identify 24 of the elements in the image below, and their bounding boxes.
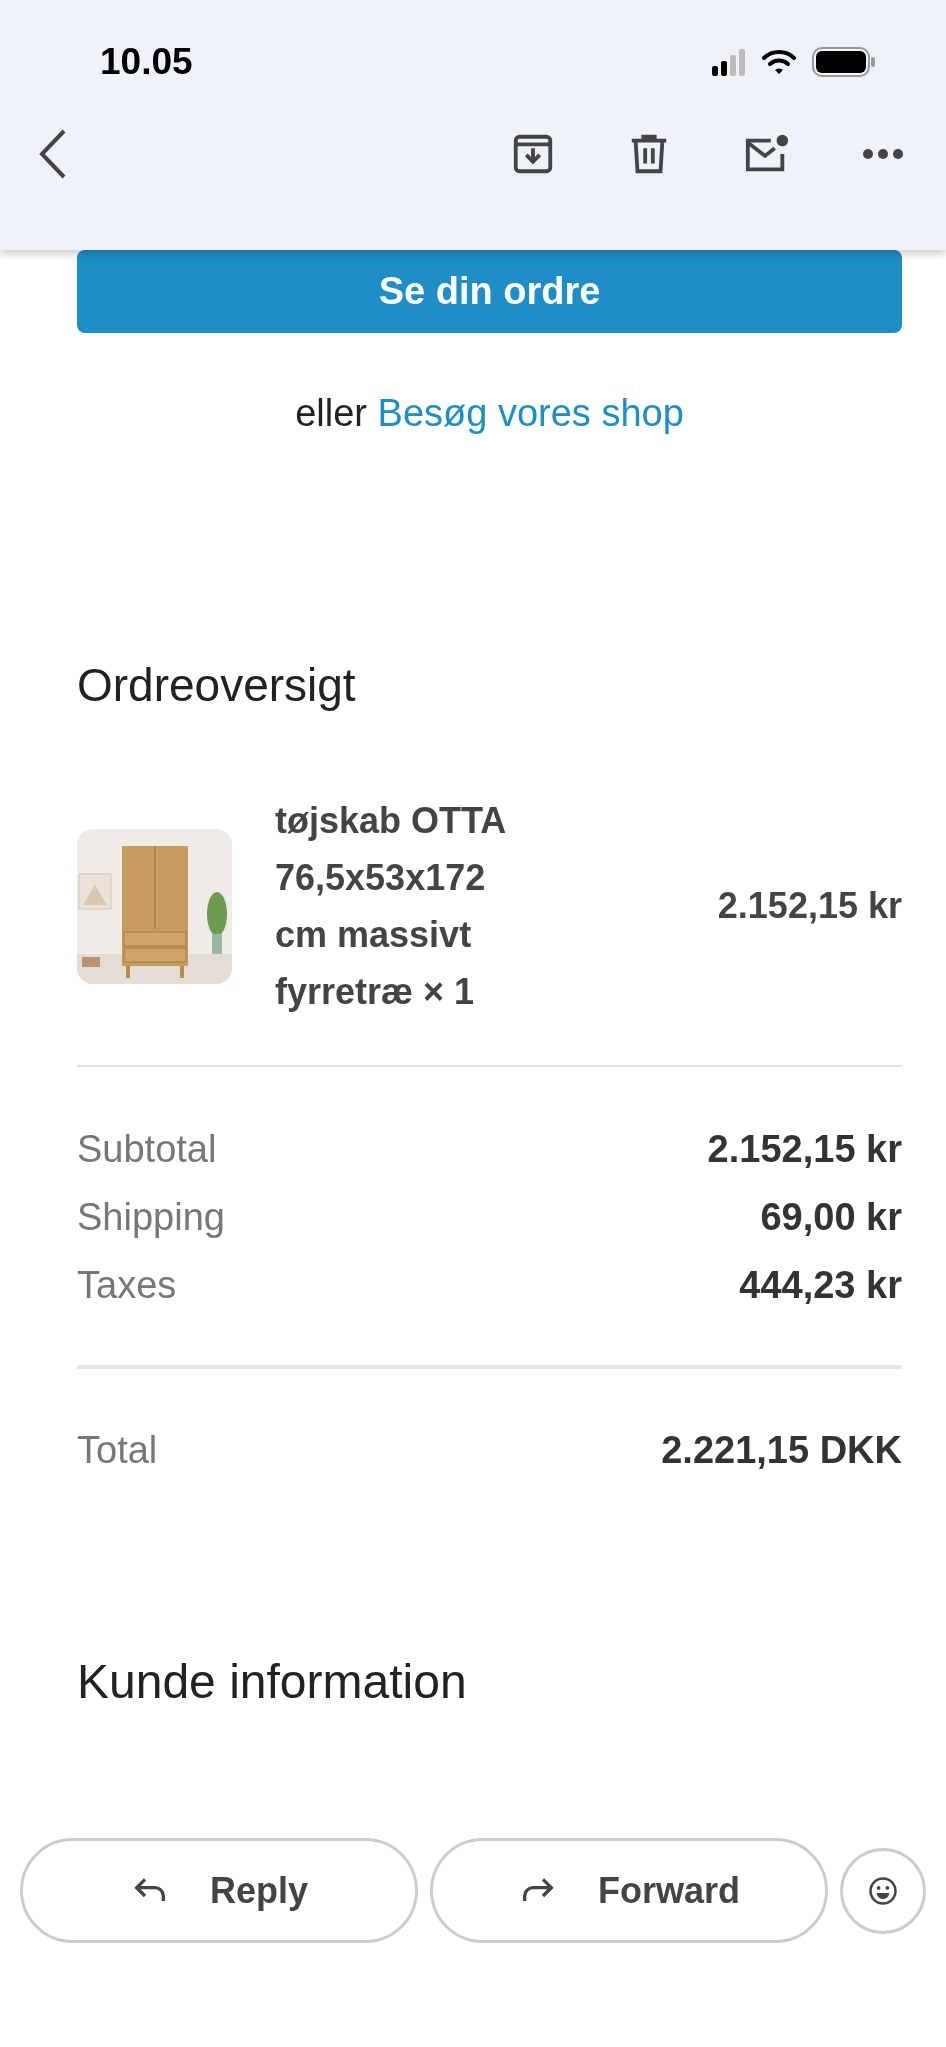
product-price: 2.152,15 kr	[717, 885, 902, 927]
summary-label: Taxes	[77, 1263, 177, 1307]
smiley-icon	[868, 1875, 898, 1906]
summary-value: 2.152,15 kr	[707, 1127, 902, 1171]
summary-label: Subtotal	[77, 1127, 217, 1171]
total-value: 2.221,15 DKK	[661, 1428, 902, 1472]
section-title: Ordreoversigt	[77, 659, 357, 711]
signal-icon	[712, 48, 746, 76]
status-time: 10.05	[100, 41, 193, 83]
more-icon[interactable]	[862, 148, 904, 160]
summary-value: 69,00 kr	[760, 1195, 902, 1239]
view-order-button[interactable]: Se din ordre	[77, 250, 902, 333]
product-name: tøjskab OTTA 76,5x53x172 cm massivt fyrretræ × 1	[275, 799, 506, 1014]
reply-button[interactable]: Reply	[20, 1838, 418, 1943]
shop-link[interactable]: Besøg vores shop	[377, 392, 684, 434]
section-title: Kunde information	[77, 1654, 468, 1710]
alt-text: eller	[295, 392, 367, 434]
total-label: Total	[77, 1428, 158, 1472]
summary-label: Shipping	[77, 1195, 225, 1239]
battery-icon	[812, 47, 876, 77]
wifi-icon	[762, 49, 796, 75]
summary-value: 444,23 kr	[739, 1263, 902, 1307]
back-icon[interactable]	[38, 128, 68, 180]
forward-button[interactable]: Forward	[430, 1838, 828, 1943]
